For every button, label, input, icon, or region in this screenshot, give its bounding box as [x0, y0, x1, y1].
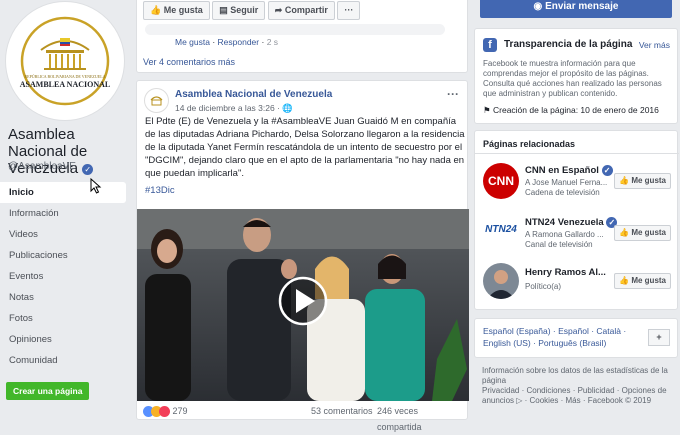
nav-item-informacion[interactable]: Información [0, 203, 126, 224]
share-count[interactable]: 246 veces compartida [377, 403, 463, 435]
more-comments-link[interactable]: Ver 4 comentarios más [143, 57, 235, 67]
transparency-text: Facebook te muestra información para que… [483, 59, 662, 98]
previous-post: 👍 Me gusta ▤ Seguir ➦ Compartir ··· Me g… [136, 0, 468, 73]
follow-button[interactable]: ▤ Seguir [212, 1, 266, 20]
globe-icon: 🌐 [282, 103, 293, 113]
post-menu-icon[interactable]: ··· [447, 87, 459, 101]
mouse-cursor-icon [90, 178, 102, 194]
post-video[interactable] [137, 209, 469, 401]
comment-like-link[interactable]: Me gusta [175, 37, 210, 47]
language-links[interactable]: Español (España) · Español · Català · En… [483, 325, 633, 349]
related-name-cnn[interactable]: CNN en Español ✓ [525, 165, 613, 176]
create-page-button[interactable]: Crear una página [6, 382, 90, 400]
related-name-ntn24[interactable]: NTN24 Venezuela ✓ [525, 217, 618, 228]
left-column: REPÚBLICA BOLIVARIANA DE VENEZUELA ASAMB… [0, 0, 130, 415]
send-message-button[interactable]: ◉ Enviar mensaje [480, 0, 672, 18]
nav-item-videos[interactable]: Videos [0, 224, 126, 245]
related-sub1-cnn: A Jose Manuel Ferna... [525, 178, 608, 187]
person-avatar-icon [487, 270, 515, 299]
messenger-icon: ◉ [533, 1, 543, 12]
transparency-card: f Transparencia de la página Ver más Fac… [474, 28, 678, 124]
comment-meta: Me gusta · Responder · 2 s [175, 37, 279, 47]
comment-reply-link[interactable]: Responder [218, 37, 260, 47]
henry-ramos-avatar[interactable] [483, 263, 519, 299]
post-text: El Pdte (E) de Venezuela y la #AsambleaV… [145, 116, 465, 179]
see-more-link[interactable]: Ver más [639, 40, 670, 50]
add-language-button[interactable]: + [648, 329, 670, 346]
like-button[interactable]: 👍 Me gusta [143, 1, 210, 20]
logo-text: ASAMBLEA NACIONAL [20, 80, 110, 89]
page-handle: @AsambleaVE [8, 161, 76, 172]
related-title: Páginas relacionadas [483, 139, 576, 149]
nav-item-comunidad[interactable]: Comunidad [0, 350, 126, 371]
page-nav: Inicio Información Videos Publicaciones … [0, 182, 126, 371]
comment-count[interactable]: 53 comentarios [311, 403, 373, 419]
post-hashtag[interactable]: #13Dic [145, 185, 175, 196]
share-button[interactable]: ➦ Compartir [267, 1, 335, 20]
facebook-icon: f [483, 38, 497, 52]
related-sub1-henry: Político(a) [525, 282, 562, 291]
page-insights-info[interactable]: Información sobre los datos de las estad… [482, 366, 672, 386]
nav-item-eventos[interactable]: Eventos [0, 266, 126, 287]
related-sub2-cnn: Cadena de televisión [525, 188, 600, 197]
post-stats: 279 53 comentarios 246 veces compartida [143, 403, 463, 432]
asamblea-avatar-icon [150, 96, 163, 106]
ntn24-logo-icon[interactable]: NTN24 [483, 215, 519, 245]
like-henry-button[interactable]: 👍 Me gusta [614, 273, 671, 289]
creation-date: ⚑ Creación de la página: 10 de enero de … [483, 105, 659, 115]
svg-text:REPÚBLICA BOLIVARIANA DE VENEZ: REPÚBLICA BOLIVARIANA DE VENEZUELA [24, 74, 105, 79]
nav-item-inicio[interactable]: Inicio [0, 182, 126, 203]
nav-item-fotos[interactable]: Fotos [0, 308, 126, 329]
video-frame [137, 209, 469, 401]
related-sub2-ntn24: Canal de televisión [525, 240, 593, 249]
transparency-title: Transparencia de la página [504, 39, 633, 50]
post-actions: 👍 Me gusta ▤ Seguir ➦ Compartir ··· [143, 1, 361, 20]
cnn-logo-icon[interactable]: CNN [483, 163, 519, 199]
like-ntn24-button[interactable]: 👍 Me gusta [614, 225, 671, 241]
verified-icon: ✓ [601, 165, 613, 176]
author-avatar[interactable] [144, 88, 169, 113]
profile-picture[interactable]: REPÚBLICA BOLIVARIANA DE VENEZUELA ASAMB… [6, 2, 124, 120]
nav-item-notas[interactable]: Notas [0, 287, 126, 308]
like-cnn-button[interactable]: 👍 Me gusta [614, 173, 671, 189]
related-sub1-ntn24: A Ramona Gallardo ... [525, 230, 604, 239]
post-author[interactable]: Asamblea Nacional de Venezuela [175, 89, 332, 100]
main-post: Asamblea Nacional de Venezuela 14 de dic… [136, 80, 469, 432]
asamblea-logo: REPÚBLICA BOLIVARIANA DE VENEZUELA ASAMB… [9, 5, 121, 117]
related-pages-card: Páginas relacionadas CNN CNN en Español … [474, 130, 679, 310]
language-card: Español (España) · Español · Català · En… [474, 318, 678, 358]
verified-badge-icon: ✓ [82, 163, 94, 175]
flag-icon: ⚑ [483, 105, 491, 115]
post-time[interactable]: 14 de diciembre a las 3:26 · 🌐 [175, 103, 293, 114]
footer-links[interactable]: Privacidad · Condiciones · Publicidad · … [482, 386, 672, 406]
more-options-button[interactable]: ··· [337, 1, 361, 20]
nav-item-opiniones[interactable]: Opiniones [0, 329, 126, 350]
comment-bubble [145, 24, 445, 35]
nav-item-publicaciones[interactable]: Publicaciones [0, 245, 126, 266]
related-name-henry[interactable]: Henry Ramos Al... [525, 267, 606, 278]
